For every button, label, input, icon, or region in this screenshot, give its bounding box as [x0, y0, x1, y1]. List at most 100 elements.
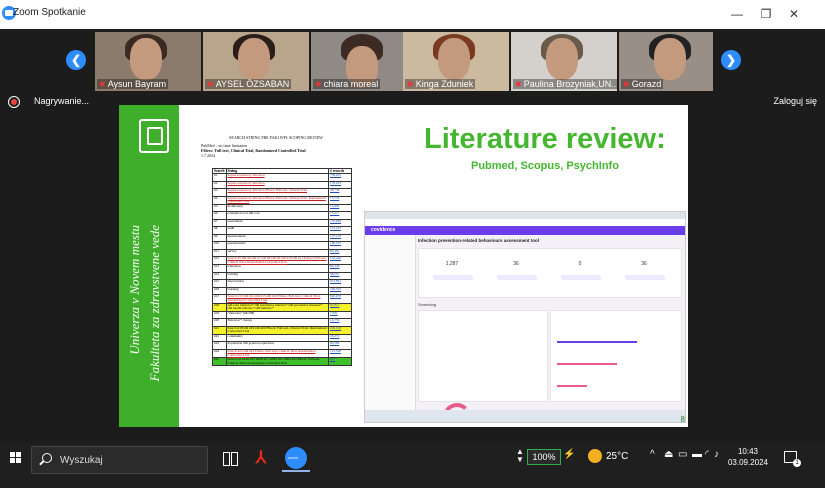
search-doc-header: SEARCH STRING PRE FAKI WPI: SCOPING REVI… — [201, 135, 351, 158]
search-string: Search #4 AND #12 AND #17 AND #21 AND #2… — [225, 357, 330, 367]
search-id: #4 — [212, 195, 227, 205]
university-logo-icon — [139, 119, 169, 153]
search-string: intervention — [225, 279, 330, 288]
muted-mic-icon: ✖ — [207, 80, 214, 89]
search-records[interactable]: 738,261 — [328, 173, 352, 182]
search-string: Search #5 OR #6 OR #7 OR #8 OR #9 OR #10… — [225, 256, 330, 266]
muted-mic-icon: ✖ — [315, 80, 322, 89]
search-string: questionnaire — [225, 241, 330, 250]
record-dot-icon — [11, 99, 17, 105]
stat-value: 0 — [578, 261, 582, 267]
search-id: #25 — [212, 357, 227, 367]
screening-heading: Screening — [418, 302, 437, 307]
muted-mic-icon: ✖ — [623, 80, 630, 89]
search-string-table: Search String # records #1 Sepsis respira… — [212, 168, 352, 367]
search-records[interactable]: 677 — [328, 357, 352, 367]
temperature[interactable]: 25°C — [606, 451, 628, 462]
stat-value: 1,287 — [445, 261, 459, 267]
table-row: #25 Search #4 AND #12 AND #17 AND #21 AND… — [212, 357, 352, 367]
storage-icon[interactable]: ▬ — [692, 449, 702, 460]
participant-name: ✖ Aysun Bayram — [97, 79, 169, 89]
app-sidebar — [365, 235, 416, 410]
window-title: Zoom Spotkanie — [13, 7, 86, 18]
app-main: Infection prevention-related behaviours … — [418, 238, 682, 422]
table-row: #1 Sepsis respiratory infection 738,261 — [212, 173, 352, 182]
taskbar-clock[interactable]: 10:43 03.09.2024 — [726, 446, 770, 468]
table-row: #3 Sepsis respiratory infection Filters: … — [212, 188, 352, 197]
zoom-app-icon[interactable] — [285, 447, 307, 469]
search-input[interactable] — [58, 452, 202, 468]
slide-page-number: 8 — [680, 415, 685, 424]
participant-gallery: ❮ ✖ Aysun Bayram ✖ AYSEL ÖZSABAN ✖ chiara m… — [0, 29, 825, 92]
usb-icon[interactable]: ⏏ — [664, 449, 673, 460]
stats-card: 1,287 36 0 36 — [418, 248, 682, 298]
team-progress-card — [550, 310, 682, 402]
search-icon — [42, 453, 52, 463]
participant-name: ✖ Paulina Brozyniak,UN... — [513, 79, 617, 89]
embedded-taskbar — [365, 410, 685, 422]
sign-in-link[interactable]: Zaloguj się — [773, 96, 817, 106]
search-id: #17 — [212, 294, 227, 304]
slide-vertical-text: Univerza v Novem mestu — [127, 225, 142, 355]
participant-tile[interactable]: ✖ chiara moreal — [311, 32, 417, 91]
volume-icon[interactable]: ♪ — [714, 449, 719, 460]
gallery-prev-button[interactable]: ❮ — [66, 50, 86, 70]
participant-tile[interactable]: ✖ Aysun Bayram — [95, 32, 201, 91]
acrobat-icon[interactable]: ⅄ — [250, 447, 272, 469]
search-string: assessment — [225, 218, 330, 228]
search-records[interactable]: 13,774 — [328, 195, 352, 205]
participant-tile[interactable]: ✖ Paulina Brozyniak,UN... — [511, 32, 617, 91]
slide-vertical-text: Fakulteta za zdravstvene vede — [147, 225, 162, 382]
table-row: #17 Search #13 OR #14 OR #15 OR #16 Filte… — [212, 294, 352, 304]
windows-start-icon[interactable] — [10, 452, 22, 464]
embedded-screenshot: covidence Infection prevention-related b… — [364, 211, 686, 423]
app-name: covidence — [371, 227, 396, 233]
search-string: Sepsis respiratory infection Filters: Fu… — [225, 188, 330, 197]
show-hidden-icons-icon[interactable]: ^ — [650, 449, 655, 460]
battery-plug-icon[interactable]: ⚡ — [563, 449, 575, 460]
gallery-next-button[interactable]: ❯ — [721, 50, 741, 70]
stat-value: 36 — [513, 261, 519, 267]
slide-sidebar: Univerza v Novem mestu Fakulteta za zdra… — [119, 105, 179, 427]
slide-title: Literature review: — [424, 123, 666, 155]
search-records[interactable]: 820,978 — [328, 294, 352, 304]
participant-name: ✖ Kinga Zduniek — [405, 79, 476, 89]
minimize-button[interactable]: — — [727, 5, 747, 23]
review-title: Infection prevention-related behaviours … — [418, 238, 540, 243]
search-id: #1 — [212, 173, 227, 182]
muted-mic-icon: ✖ — [407, 80, 414, 89]
search-string: education — [225, 264, 330, 273]
app-header: covidence — [365, 226, 685, 235]
recording-indicator[interactable]: Nagrywanie... — [34, 96, 89, 106]
search-id: #3 — [212, 188, 227, 197]
search-string: Sepsis respiratory infection Filters: Fu… — [225, 195, 330, 205]
close-button[interactable]: ✕ — [784, 5, 804, 23]
clock-date: 03.09.2024 — [727, 458, 769, 467]
wifi-icon[interactable]: ◜ — [705, 449, 709, 460]
taskbar-search[interactable] — [31, 446, 208, 474]
progress-card: 33% — [418, 310, 548, 422]
display-icon[interactable]: ▭ — [678, 449, 687, 460]
clock-time: 10:43 — [737, 447, 759, 456]
windows-taskbar: ⅄ ▲▼ 100% ⚡ 25°C ^ ⏏ ▭ ▬ ◜ ♪ 10:43 03.09… — [0, 443, 825, 488]
window-titlebar: Zoom Spotkanie — ❐ ✕ — [0, 0, 825, 29]
participant-name: ✖ AYSEL ÖZSABAN — [205, 79, 292, 89]
search-doc-heading: SEARCH STRING PRE FAKI WPI: SCOPING REVI… — [229, 135, 323, 140]
battery-indicator[interactable]: 100% — [527, 449, 561, 465]
weather-icon[interactable] — [588, 449, 602, 463]
notifications-icon[interactable]: 1 — [784, 451, 801, 467]
muted-mic-icon: ✖ — [99, 80, 106, 89]
shared-screen: Univerza v Novem mestu Fakulteta za zdra… — [119, 105, 688, 427]
search-records[interactable]: 38,738 — [328, 188, 352, 197]
task-view-icon[interactable] — [219, 447, 241, 469]
restore-button[interactable]: ❐ — [756, 5, 776, 23]
tray-chevron-icon[interactable]: ▲ ▼ — [516, 448, 524, 464]
participant-tile[interactable]: ✖ AYSEL ÖZSABAN — [203, 32, 309, 91]
search-doc-line: 1.7.2024 — [201, 153, 215, 158]
muted-mic-icon: ✖ — [515, 80, 522, 89]
participant-tile[interactable]: ✖ Kinga Zduniek — [403, 32, 509, 91]
stat-value: 36 — [641, 261, 647, 267]
search-string: Search #13 OR #14 OR #15 OR #16 Filters:… — [225, 294, 330, 304]
table-row: #4 Sepsis respiratory infection Filters: … — [212, 195, 352, 205]
participant-tile[interactable]: ✖ Gorazd — [619, 32, 713, 91]
